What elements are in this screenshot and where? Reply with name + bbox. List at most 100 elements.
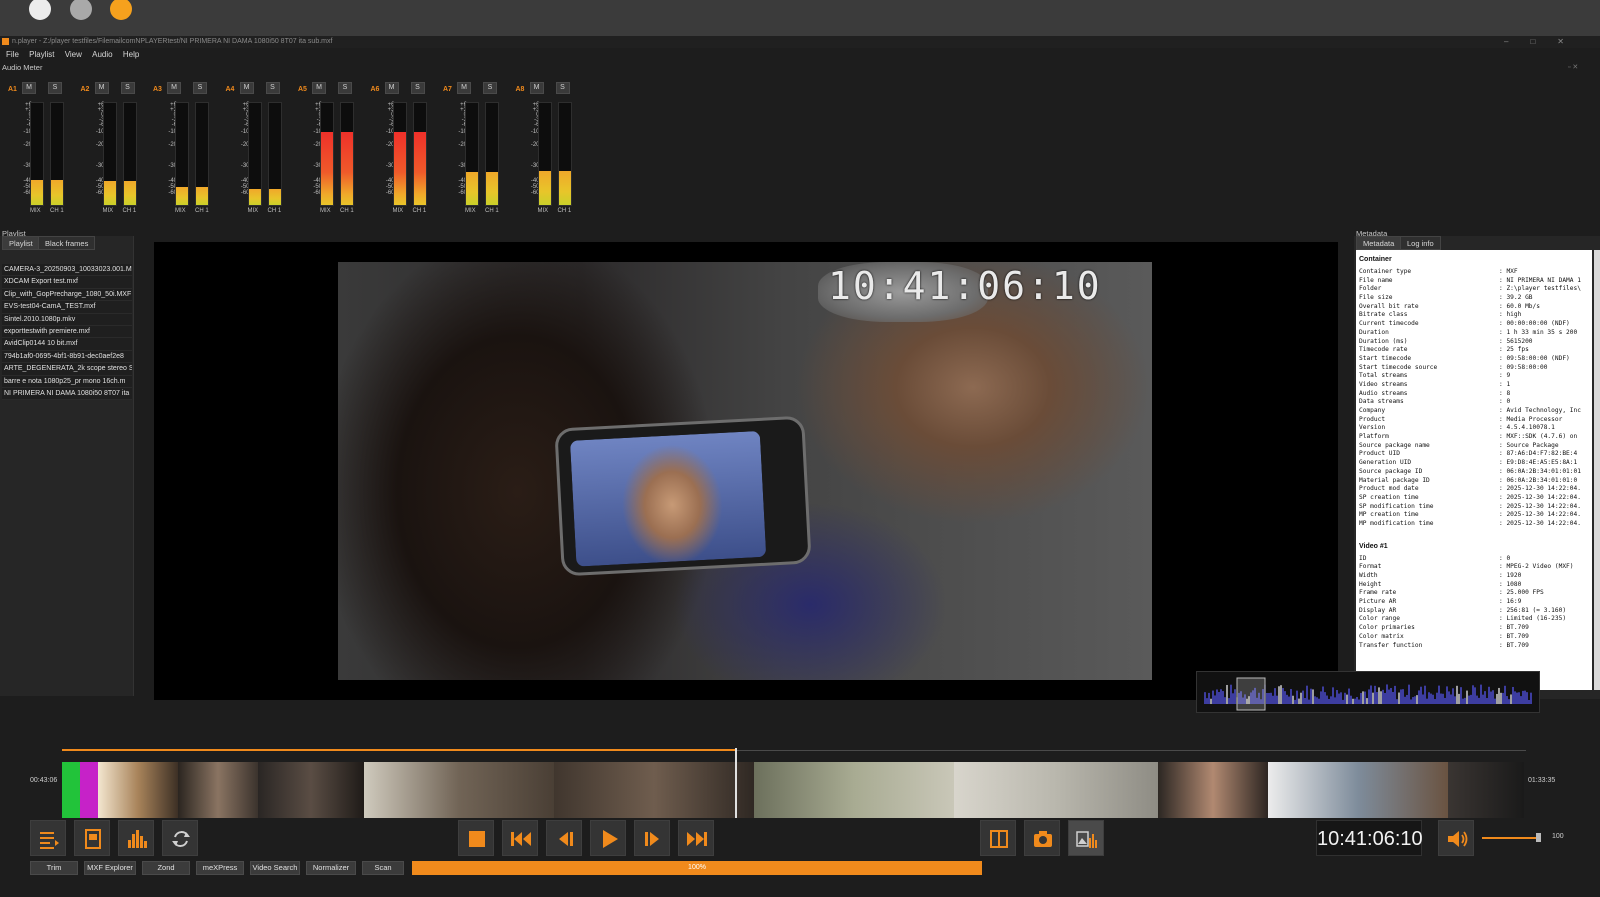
solo-button[interactable]: S: [120, 82, 135, 94]
list-item[interactable]: Sintel.2010.1080p.mkv: [2, 313, 132, 326]
close-window-button[interactable]: ✕: [1557, 37, 1586, 46]
list-item[interactable]: CAMERA-3_20250903_10033023.001.M: [2, 264, 132, 277]
thumbnail: [62, 762, 80, 818]
normalizer-button[interactable]: Normalizer: [306, 861, 356, 875]
menu-view[interactable]: View: [65, 50, 82, 59]
list-icon: [40, 832, 59, 849]
solo-button[interactable]: S: [410, 82, 425, 94]
volume-slider[interactable]: [1482, 837, 1538, 839]
metadata-key: Height: [1359, 580, 1382, 588]
mute-button[interactable]: M: [312, 82, 326, 94]
thumbnail-strip[interactable]: [62, 762, 1524, 818]
menu-audio[interactable]: Audio: [92, 50, 112, 59]
video-viewer[interactable]: 10:41:06:10: [154, 242, 1338, 700]
meter-group-label: A7: [443, 86, 452, 93]
frame-back-button[interactable]: [546, 820, 582, 856]
meter-scale: +6+30-3-6-10-20-30-40-50-60: [520, 100, 540, 208]
metadata-value: : MXF::SDK (4.7.6) on: [1499, 433, 1578, 441]
metadata-row: Source package ID: 06:0A:2B:34:01:01:01: [1359, 468, 1589, 477]
solo-button[interactable]: S: [555, 82, 570, 94]
solo-button[interactable]: S: [338, 82, 352, 94]
scan-button[interactable]: Scan: [362, 861, 404, 875]
mix-label: MIX: [175, 208, 186, 214]
metadata-row: Company: Avid Technology, Inc: [1359, 407, 1589, 416]
mute-button[interactable]: M: [167, 82, 181, 94]
solo-button[interactable]: S: [265, 82, 280, 94]
scopes-button[interactable]: [1068, 820, 1104, 856]
meter-group-label: A2: [80, 86, 90, 93]
meter-bar-mix: [537, 102, 552, 206]
go-to-end-button[interactable]: [678, 820, 714, 856]
list-item[interactable]: Clip_with_GopPrecharge_1080_50i.MXF: [2, 288, 132, 302]
stop-button[interactable]: [458, 820, 494, 856]
zoom-dot-icon[interactable]: [110, 0, 132, 20]
volume-button[interactable]: [1438, 820, 1474, 856]
audio-meter-toggle-button[interactable]: [118, 820, 154, 856]
mute-button[interactable]: M: [529, 82, 544, 94]
tab-playlist[interactable]: Playlist: [2, 236, 40, 250]
snapshot-button[interactable]: [1024, 820, 1060, 856]
list-item[interactable]: 794b1af0-0695-4bf1-8b91-dec0aef2e8: [2, 350, 132, 364]
container-rows: Container type: MXF File name: NI PRIMERA…: [1359, 268, 1589, 529]
loop-button[interactable]: [162, 820, 198, 856]
list-item[interactable]: XDCAM Export test.mxf: [2, 276, 132, 289]
playlist-toggle-button[interactable]: [30, 820, 66, 856]
trim-button[interactable]: Trim: [30, 861, 78, 875]
menu-help[interactable]: Help: [123, 50, 139, 59]
meter-fill: [248, 188, 261, 205]
thumbnail: [258, 762, 364, 818]
menu-playlist[interactable]: Playlist: [29, 50, 54, 59]
meter-bar-mix: [465, 102, 479, 206]
list-item[interactable]: ARTE_DEGENERATA_2k scope stereo SV: [2, 363, 132, 376]
metadata-key: Data streams: [1359, 398, 1404, 406]
thumbnail: [754, 762, 954, 818]
list-item[interactable]: EVS-test04-CamA_TEST.mxf: [2, 301, 132, 314]
tab-black-frames[interactable]: Black frames: [38, 236, 96, 250]
waveform-selection[interactable]: [1236, 677, 1266, 711]
thumbnail: [178, 762, 258, 818]
mute-button[interactable]: M: [22, 82, 36, 94]
thumbnail: [1268, 762, 1448, 818]
list-item[interactable]: NI PRIMERA NI DAMA 1080i50 8T07 ita: [2, 387, 132, 401]
volume-slider-handle[interactable]: [1536, 833, 1541, 842]
thumbnail: [1158, 762, 1268, 818]
zond-button[interactable]: Zond: [142, 861, 190, 875]
go-to-start-button[interactable]: [502, 820, 538, 856]
close-dot-icon[interactable]: [29, 0, 51, 20]
list-item[interactable]: barre e nota 1080p25_pr mono 16ch.m: [2, 375, 132, 388]
solo-button[interactable]: S: [48, 82, 62, 94]
minimize-window-button[interactable]: –: [1504, 37, 1530, 46]
solo-button[interactable]: S: [483, 82, 497, 94]
frame-forward-button[interactable]: [634, 820, 670, 856]
tab-log-info[interactable]: Log info: [1400, 236, 1441, 250]
metadata-scrollbar[interactable]: [1594, 250, 1600, 690]
panel-float-icon[interactable]: ▫ ✕: [1568, 63, 1578, 71]
list-item[interactable]: exporttestwith premiere.mxf: [2, 325, 132, 339]
metadata-panel: Metadata Log info Container Container ty…: [1354, 236, 1600, 699]
meter-bar-ch1: [557, 102, 572, 206]
mxf-explorer-button[interactable]: MXF Explorer: [84, 861, 136, 875]
mute-button[interactable]: M: [239, 82, 254, 94]
maximize-window-button[interactable]: □: [1530, 37, 1557, 46]
mute-button[interactable]: M: [457, 82, 471, 94]
list-item[interactable]: AvidClip0144 10 bit.mxf: [2, 338, 132, 351]
metadata-toggle-button[interactable]: [74, 820, 110, 856]
metadata-value: : Avid Technology, Inc: [1499, 407, 1581, 414]
split-view-button[interactable]: [980, 820, 1016, 856]
mute-button[interactable]: M: [94, 82, 109, 94]
waveform-scope[interactable]: [1196, 671, 1540, 713]
meter-bar-mix: [175, 102, 189, 206]
metadata-value: : 00:00:00:00 (NDF): [1499, 320, 1570, 328]
metadata-value: : 256:81 (≈ 3.160): [1499, 606, 1567, 614]
play-button[interactable]: [590, 820, 626, 856]
mute-button[interactable]: M: [384, 82, 399, 94]
menu-file[interactable]: File: [6, 50, 19, 59]
solo-button[interactable]: S: [193, 82, 207, 94]
meter-fill: [196, 186, 208, 205]
tab-metadata[interactable]: Metadata: [1356, 236, 1402, 250]
mexpress-button[interactable]: meXPress: [196, 861, 244, 875]
metadata-key: Timecode rate: [1359, 346, 1408, 354]
video-search-button[interactable]: Video Search: [250, 861, 300, 875]
timeline-playhead[interactable]: [735, 748, 737, 818]
minimize-dot-icon[interactable]: [70, 0, 92, 20]
